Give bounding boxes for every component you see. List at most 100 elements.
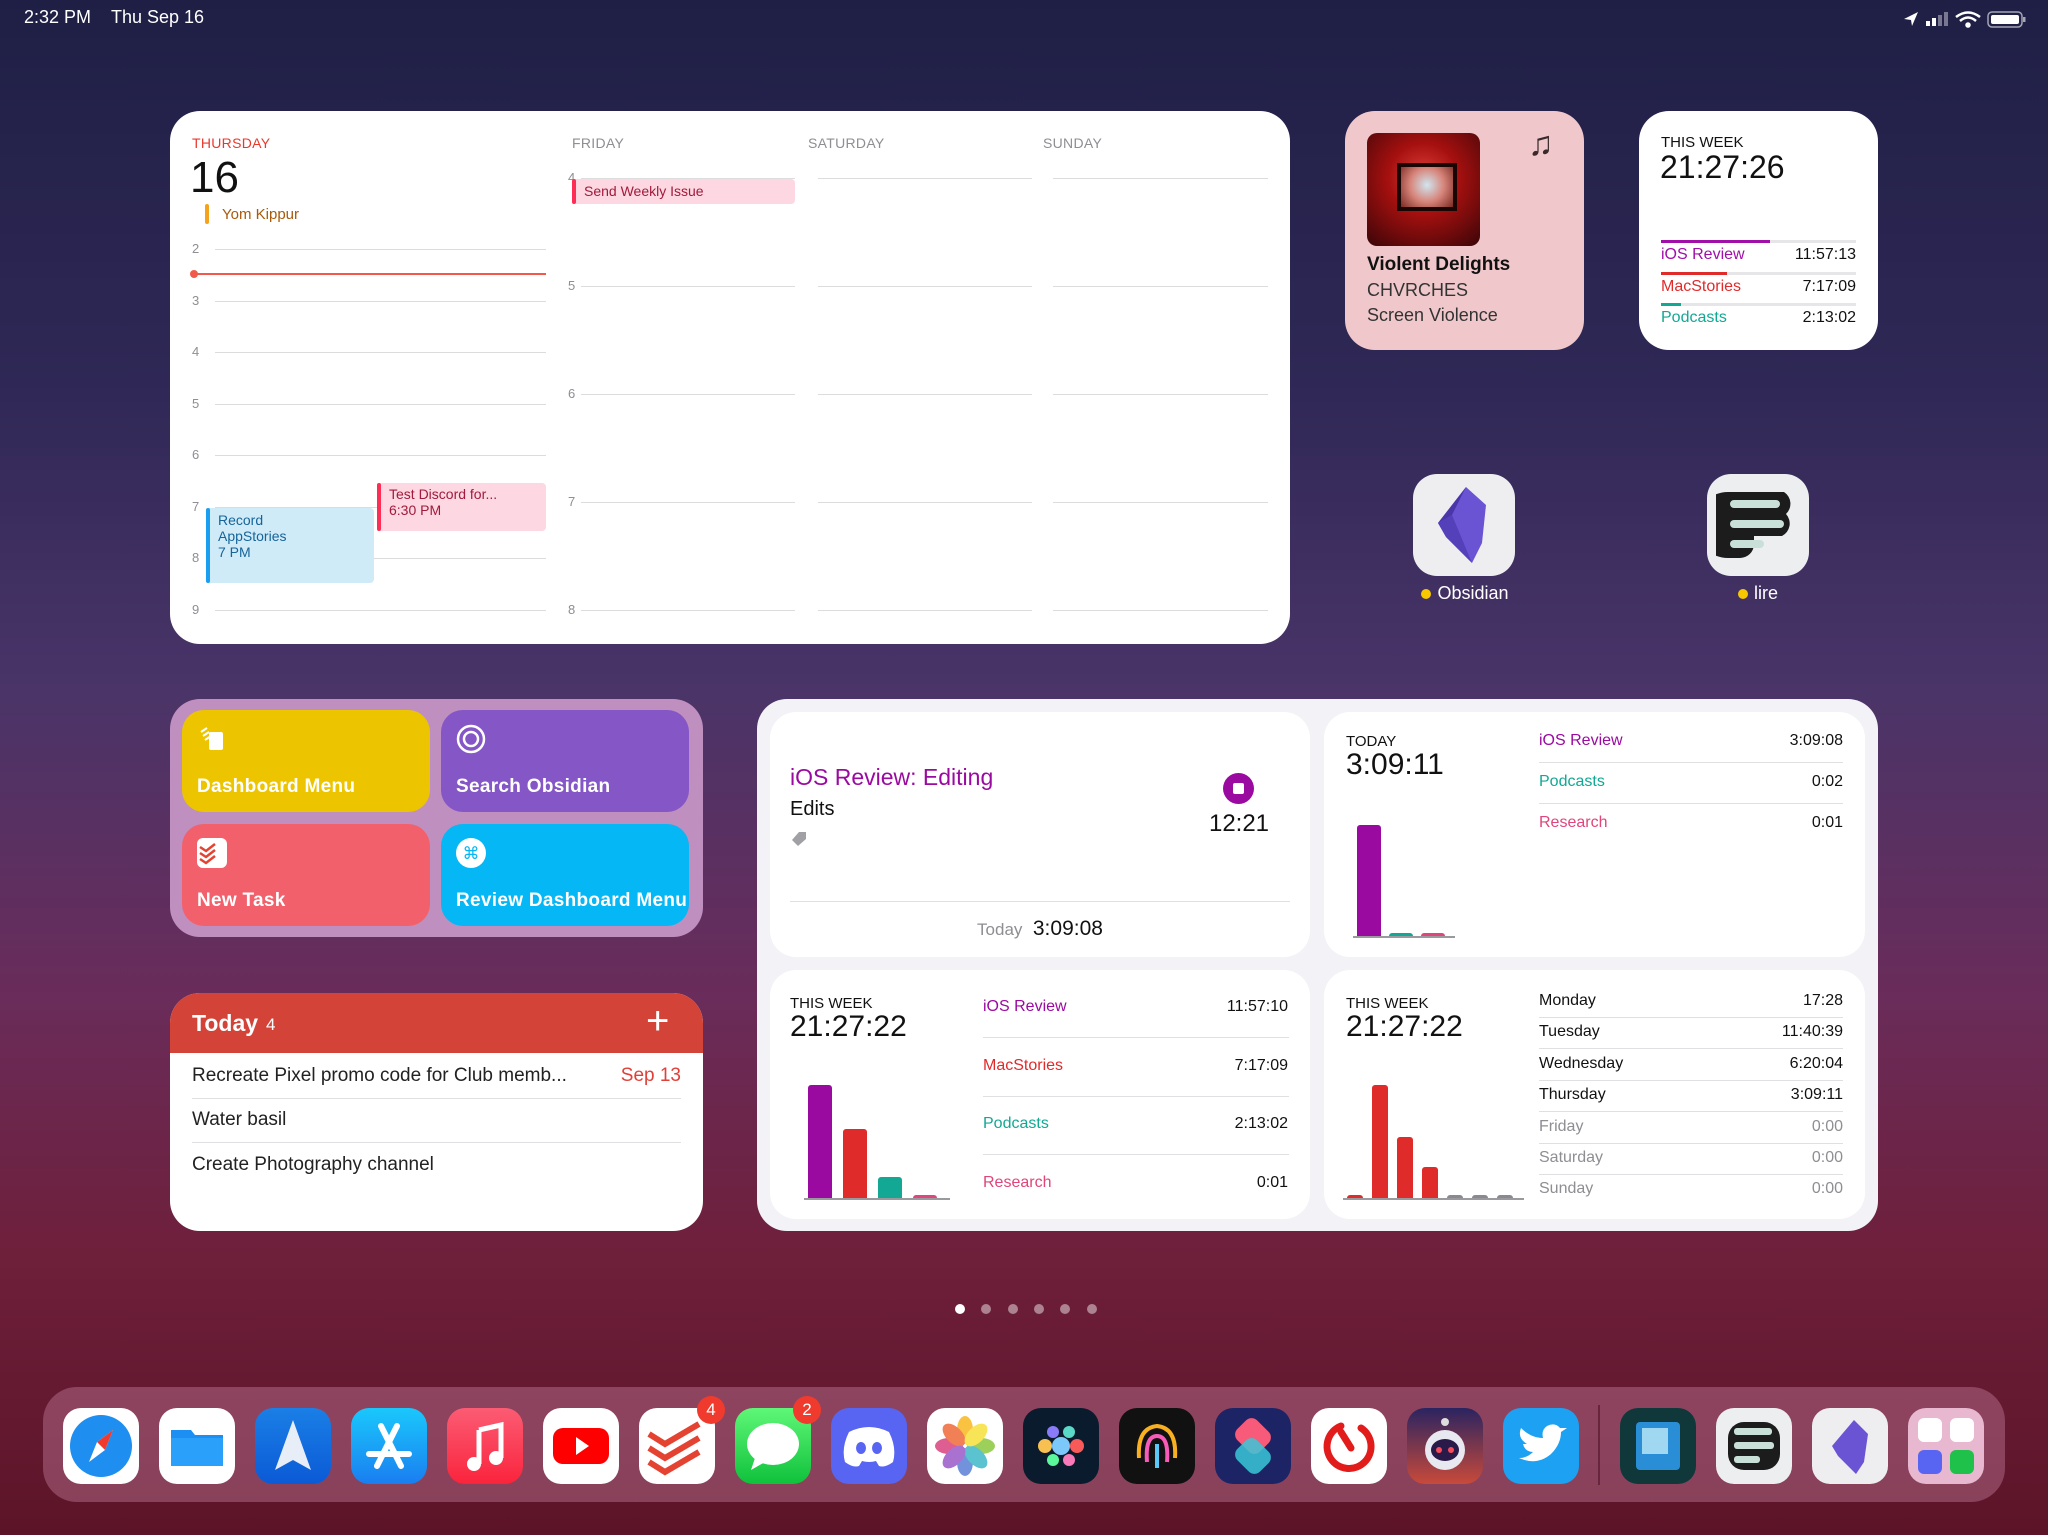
running-timer-card[interactable]: iOS Review: Editing Edits 12:21 Today 3:… — [770, 712, 1310, 957]
friday-label: FRIDAY — [572, 135, 625, 151]
command-icon: ⌘ — [456, 838, 486, 868]
page-dot[interactable] — [1033, 1304, 1044, 1314]
today-projects-card[interactable]: TODAY 3:09:11 iOS Review 3:09:08 Podcasts 0… — [1324, 712, 1865, 957]
chart-bar — [1397, 1136, 1413, 1198]
hour-line — [215, 455, 546, 456]
obsidian-icon — [1832, 1420, 1868, 1474]
shortcut-label: Review Dashboard Menu — [456, 890, 688, 911]
row-value: 0:00 — [1811, 1149, 1843, 1166]
spark-dock-app[interactable] — [255, 1408, 331, 1484]
new-install-dot — [1421, 589, 1432, 599]
hour-line — [215, 300, 546, 302]
lire-app-icon[interactable] — [1707, 474, 1809, 576]
row-value: 6:20:04 — [1789, 1054, 1843, 1072]
week-projects-card[interactable]: THIS WEEK 21:27:22 iOS Review 11:57:10 Mac… — [770, 970, 1310, 1219]
reader-app-dock-app[interactable] — [1620, 1408, 1696, 1484]
project-name: iOS Review — [1661, 246, 1745, 263]
event-title-line-1: Record — [218, 512, 264, 528]
discord-dock-app[interactable] — [831, 1408, 907, 1484]
youtube-dock-app[interactable] — [543, 1408, 619, 1484]
photos-dock-app[interactable] — [927, 1408, 1003, 1484]
shortcuts-dock-app[interactable] — [1215, 1408, 1291, 1484]
astronaut-app-dock-app[interactable] — [1407, 1408, 1483, 1484]
page-dot[interactable] — [1007, 1304, 1018, 1314]
chart-bar — [878, 1177, 902, 1198]
page-dot[interactable] — [1086, 1304, 1097, 1314]
all-day-event[interactable]: Yom Kippur — [222, 206, 299, 223]
today-summary: Today 3:09:08 — [770, 917, 1310, 941]
page-dot[interactable] — [955, 1304, 965, 1314]
event-time: 7 PM — [218, 544, 251, 560]
divider — [1539, 1142, 1843, 1144]
files-dock-app[interactable] — [159, 1408, 235, 1484]
calendar-widget[interactable]: THURSDAY 16 Yom Kippur 23456789 Test Dis… — [170, 111, 1290, 644]
stop-timer-icon[interactable] — [1223, 773, 1254, 804]
app-name: Obsidian — [1437, 583, 1509, 603]
divider — [983, 1037, 1289, 1038]
row-label: iOS Review — [983, 998, 1067, 1015]
app-folder-icon — [1918, 1418, 1974, 1474]
obsidian-dock-app[interactable] — [1812, 1408, 1888, 1484]
event-title: Test Discord for... — [389, 486, 498, 502]
music-widget[interactable]: ♫ Violent Delights CHVRCHES Screen Viole… — [1345, 111, 1584, 350]
calendar-event-test-discord[interactable]: Test Discord for... 6:30 PM — [377, 483, 546, 531]
lire-label[interactable]: lire — [1698, 583, 1818, 604]
plus-icon[interactable]: + — [646, 999, 669, 1044]
week-total: 21:27:22 — [790, 1010, 907, 1043]
safari-dock-app[interactable] — [63, 1408, 139, 1484]
progress-fill — [1661, 303, 1682, 306]
week-days-card[interactable]: THIS WEEK 21:27:22 Monday 17:28 Tuesday 11:… — [1324, 970, 1865, 1219]
timery-week-widget[interactable]: THIS WEEK 21:27:26 iOS Review 11:57:13 Mac… — [1639, 111, 1878, 350]
hour-line — [1053, 178, 1268, 179]
twitter-dock-app[interactable] — [1503, 1408, 1579, 1484]
calendar-event-send-weekly-issue[interactable]: Send Weekly Issue — [572, 179, 795, 204]
today-weekday: THURSDAY — [192, 135, 271, 151]
page-dot[interactable] — [981, 1304, 992, 1314]
hour-label: 5 — [192, 395, 200, 411]
shortcut-dashboard-menu[interactable]: Dashboard Menu — [182, 710, 430, 812]
task-item[interactable]: Create Photography channel — [192, 1154, 434, 1176]
page-dot[interactable] — [1060, 1304, 1071, 1314]
saturday-label: SATURDAY — [808, 135, 885, 151]
shortcuts-widget: Dashboard Menu Search Obsidian New Task … — [170, 699, 703, 937]
fingerprint-app-dock-app[interactable] — [1119, 1408, 1195, 1484]
battery-icon — [1987, 11, 2026, 28]
shortcut-review-dashboard-menu[interactable]: ⌘ Review Dashboard Menu — [441, 824, 689, 926]
shortcut-label: Search Obsidian — [456, 776, 611, 797]
hour-line — [581, 286, 795, 287]
chart-baseline — [1353, 936, 1455, 938]
hour-label: 2 — [192, 241, 200, 256]
app-store-dock-app[interactable] — [351, 1408, 427, 1484]
wifi-icon — [1955, 11, 1981, 28]
song-artist: CHVRCHES — [1367, 280, 1469, 300]
music-dock-app[interactable] — [447, 1408, 523, 1484]
hour-label: 4 — [192, 344, 200, 359]
hour-line — [818, 610, 1032, 611]
current-time-dot — [190, 270, 198, 278]
task-item[interactable]: Water basil — [192, 1109, 286, 1131]
app-folder-dock-app[interactable] — [1908, 1408, 1984, 1484]
dots-app-dock-app[interactable] — [1023, 1408, 1099, 1484]
shortcut-search-obsidian[interactable]: Search Obsidian — [441, 710, 689, 812]
obsidian-app-icon[interactable] — [1413, 474, 1515, 576]
sunday-label: SUNDAY — [1043, 135, 1103, 151]
lire-dock-app[interactable] — [1716, 1408, 1792, 1484]
hour-line — [818, 394, 1032, 395]
task-item[interactable]: Recreate Pixel promo code for Club memb.… — [192, 1065, 592, 1087]
row-value: 11:40:39 — [1781, 1023, 1843, 1041]
youtube-icon — [553, 1428, 609, 1464]
todoist-today-widget[interactable]: Today 4 + Recreate Pixel promo code for … — [170, 993, 703, 1231]
timery-dock-app[interactable] — [1311, 1408, 1387, 1484]
obsidian-label[interactable]: Obsidian — [1405, 583, 1525, 604]
album-artwork — [1367, 133, 1480, 246]
calendar-event-record-appstories[interactable]: Record AppStories 7 PM — [206, 508, 374, 583]
divider — [192, 1098, 681, 1099]
event-title-line-2: AppStories — [218, 528, 287, 544]
progress-fill — [1661, 240, 1770, 243]
shortcut-new-task[interactable]: New Task — [182, 824, 430, 926]
svg-text:⌘: ⌘ — [463, 844, 480, 864]
row-label: iOS Review — [1539, 732, 1623, 749]
progress-track — [1661, 303, 1856, 306]
lire-icon — [1716, 492, 1791, 558]
dots-app-icon — [1038, 1426, 1084, 1466]
